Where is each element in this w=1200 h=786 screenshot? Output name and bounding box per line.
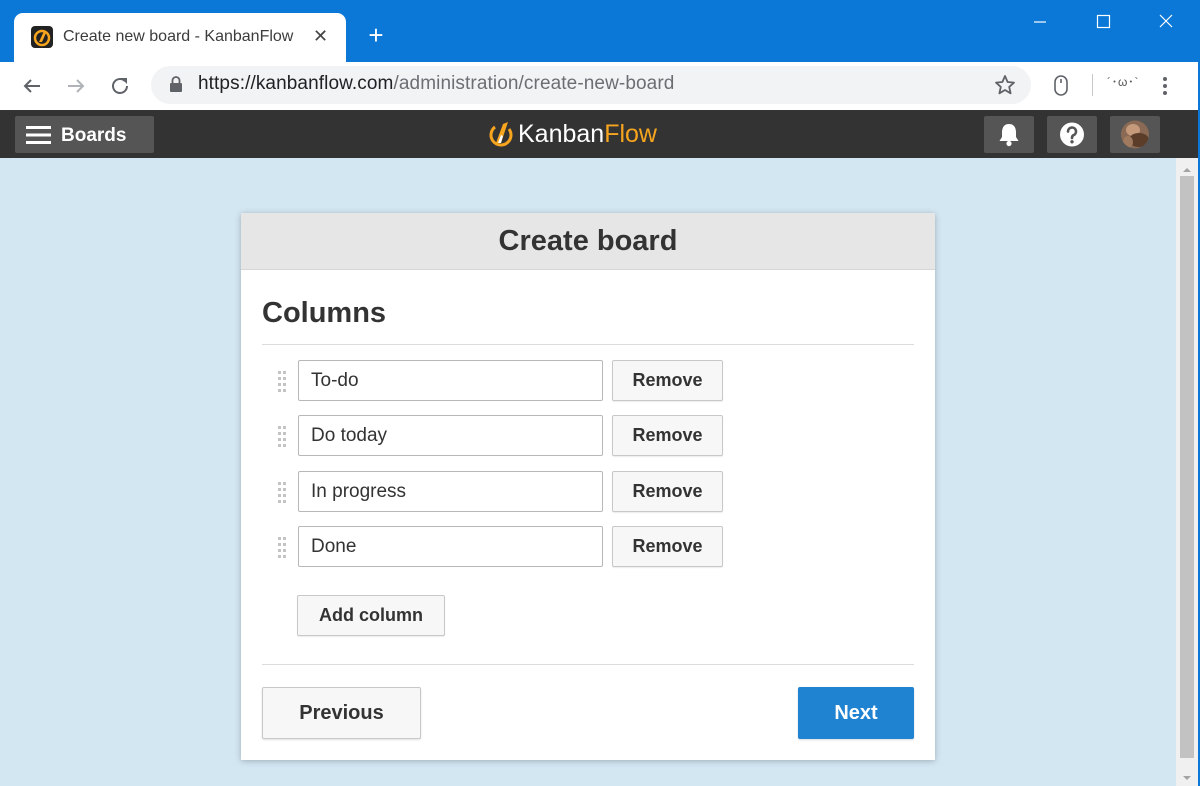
kanbanflow-logo-icon [487,119,515,149]
browser-tab[interactable]: Create new board - KanbanFlow ✕ [14,13,346,62]
logo-text: KanbanFlow [518,120,657,148]
drag-handle-icon[interactable] [276,481,288,503]
column-row-1: Remove [276,360,726,402]
url-text[interactable]: https://kanbanflow.com/administration/cr… [198,73,674,95]
dialog-title: Create board [498,225,678,257]
help-button[interactable] [1047,116,1097,153]
window-close-icon[interactable] [1143,8,1189,38]
drag-handle-icon[interactable] [276,536,288,558]
avatar [1121,120,1149,149]
boards-menu-button[interactable]: Boards [15,116,154,153]
remove-column-button-1[interactable]: Remove [612,360,723,401]
scroll-down-arrow-icon[interactable] [1182,770,1192,780]
mouse-extension-icon[interactable] [1052,74,1070,98]
bell-icon [999,124,1019,147]
previous-button[interactable]: Previous [262,687,421,739]
column-name-input-4[interactable] [298,526,603,567]
url-path: /administration/create-new-board [393,73,675,94]
browser-tab-bar: Create new board - KanbanFlow ✕ + [0,0,1200,62]
notifications-button[interactable] [984,116,1034,153]
boards-label: Boards [61,125,127,146]
window-maximize-icon[interactable] [1080,8,1126,38]
forward-arrow-icon[interactable] [62,72,90,100]
divider-bottom [262,664,914,665]
scroll-up-arrow-icon[interactable] [1182,162,1192,172]
question-icon [1060,122,1084,147]
page-content: Create board Columns Remove Remove Remov… [0,158,1176,786]
column-row-4: Remove [276,526,726,568]
url-host: https://kanbanflow.com [198,73,394,94]
scrollbar-thumb[interactable] [1180,176,1194,758]
new-tab-button[interactable]: + [362,22,390,50]
face-extension-icon[interactable]: ´･ω･` [1107,73,1139,90]
column-name-input-3[interactable] [298,471,603,512]
kanbanflow-favicon-icon [31,26,53,48]
columns-heading: Columns [262,297,387,329]
add-column-button[interactable]: Add column [297,595,445,636]
hamburger-icon [26,126,51,144]
drag-handle-icon[interactable] [276,370,288,392]
dialog-header: Create board [241,213,935,270]
app-header: Boards KanbanFlow [0,110,1200,158]
remove-column-button-4[interactable]: Remove [612,526,723,567]
page-scrollbar[interactable] [1176,158,1198,786]
bookmark-star-icon[interactable] [993,73,1017,97]
divider-top [262,344,914,345]
back-arrow-icon[interactable] [18,72,46,100]
toolbar-separator [1092,74,1093,96]
reload-icon[interactable] [106,72,134,100]
user-avatar-button[interactable] [1110,116,1160,153]
tab-close-icon[interactable]: ✕ [313,24,328,48]
tab-title: Create new board - KanbanFlow [63,28,294,45]
column-name-input-1[interactable] [298,360,603,401]
window-minimize-icon[interactable] [1017,8,1063,38]
next-button[interactable]: Next [798,687,914,739]
column-row-2: Remove [276,415,726,457]
column-row-3: Remove [276,471,726,513]
remove-column-button-3[interactable]: Remove [612,471,723,512]
browser-toolbar: https://kanbanflow.com/administration/cr… [0,62,1200,110]
drag-handle-icon[interactable] [276,425,288,447]
remove-column-button-2[interactable]: Remove [612,415,723,456]
column-name-input-2[interactable] [298,415,603,456]
lock-icon[interactable] [168,75,184,93]
browser-menu-icon[interactable] [1161,74,1169,98]
create-board-dialog: Create board Columns Remove Remove Remov… [241,213,935,760]
kanbanflow-logo[interactable]: KanbanFlow [487,118,687,152]
